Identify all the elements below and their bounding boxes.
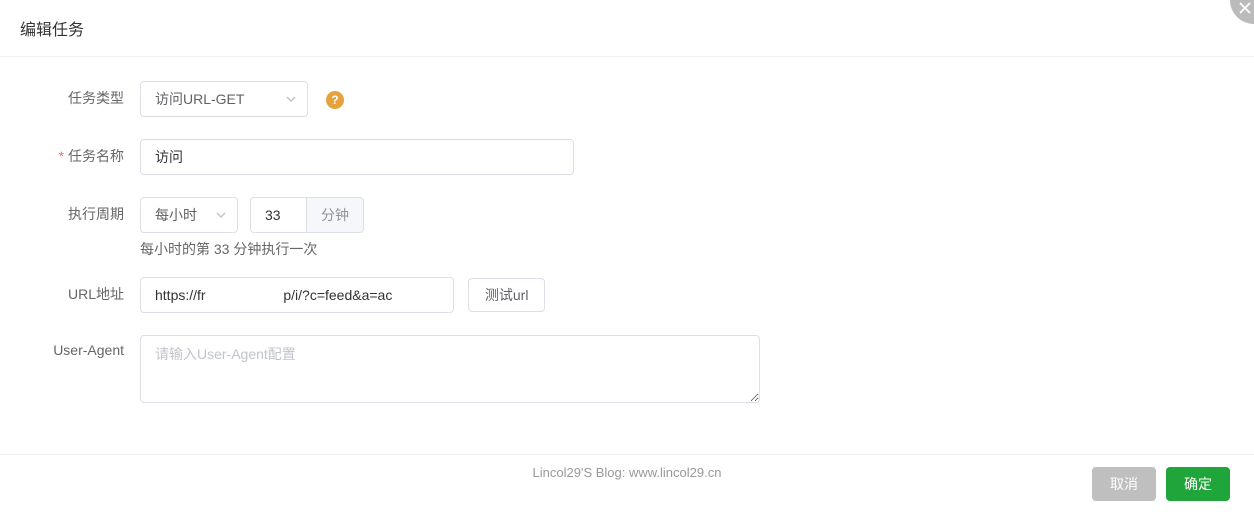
textarea-user-agent[interactable] xyxy=(140,335,760,403)
modal-footer: Lincol29'S Blog: www.lincol29.cn 取消 确定 xyxy=(0,454,1254,512)
input-task-name[interactable] xyxy=(140,139,574,175)
select-cycle-unit[interactable]: 每小时 xyxy=(140,197,238,233)
cancel-button[interactable]: 取消 xyxy=(1092,467,1156,501)
modal-header: 编辑任务 xyxy=(0,0,1254,57)
row-cycle: 执行周期 每小时 分钟 xyxy=(40,197,1214,233)
minute-suffix: 分钟 xyxy=(306,197,364,233)
minute-group: 分钟 xyxy=(250,197,364,233)
cycle-hint: 每小时的第 33 分钟执行一次 xyxy=(140,239,1214,259)
help-icon[interactable]: ? xyxy=(326,91,344,109)
row-task-name: 任务名称 xyxy=(40,139,1214,175)
close-icon xyxy=(1239,2,1251,14)
label-url: URL地址 xyxy=(40,277,140,304)
select-cycle-unit-value: 每小时 xyxy=(155,205,197,225)
footer-watermark: Lincol29'S Blog: www.lincol29.cn xyxy=(533,465,722,480)
chevron-down-icon xyxy=(285,93,297,105)
modal-title: 编辑任务 xyxy=(20,22,84,39)
form-body: 任务类型 访问URL-GET ? 任务名称 执行周期 每小时 分钟 每小 xyxy=(0,57,1254,406)
confirm-button[interactable]: 确定 xyxy=(1166,467,1230,501)
input-minute[interactable] xyxy=(250,197,306,233)
chevron-down-icon xyxy=(215,209,227,221)
label-task-type: 任务类型 xyxy=(40,81,140,108)
test-url-button[interactable]: 测试url xyxy=(468,278,546,312)
select-task-type[interactable]: 访问URL-GET xyxy=(140,81,308,117)
input-url[interactable] xyxy=(140,277,454,313)
label-user-agent: User-Agent xyxy=(40,335,140,358)
row-task-type: 任务类型 访问URL-GET ? xyxy=(40,81,1214,117)
label-cycle: 执行周期 xyxy=(40,197,140,224)
select-task-type-value: 访问URL-GET xyxy=(155,89,244,109)
row-user-agent: User-Agent xyxy=(40,335,1214,406)
row-url: URL地址 测试url xyxy=(40,277,1214,313)
label-task-name: 任务名称 xyxy=(40,139,140,166)
